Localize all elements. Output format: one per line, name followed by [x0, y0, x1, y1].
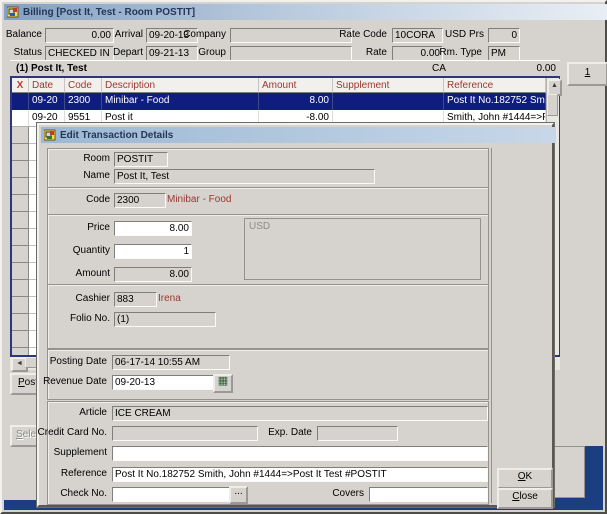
col-header-amount[interactable]: Amount [259, 78, 333, 93]
currency-box: USD [244, 218, 481, 280]
check-no-label: Check No. [37, 487, 107, 500]
cell-code[interactable]: 2300 [65, 93, 102, 110]
screenshot-root: Billing [Post It, Test - Room POSTIT] Ba… [0, 0, 607, 514]
payment-method: CA [432, 63, 446, 74]
cell-x[interactable] [12, 93, 29, 110]
col-header-date[interactable]: Date [29, 78, 65, 93]
name-label: Name [43, 169, 110, 182]
cell-reference[interactable]: Post It No.182752 Smith, J [444, 93, 546, 110]
cell-amount[interactable]: 8.00 [259, 93, 333, 110]
status-field: CHECKED IN [45, 46, 114, 61]
article-field: ICE CREAM [112, 406, 488, 421]
rm-type-field: PM [488, 46, 520, 61]
vscroll-thumb[interactable] [547, 94, 558, 116]
covers-field[interactable] [369, 487, 488, 502]
rate-code-field: 10CORA [392, 28, 443, 43]
tab-balance: 0.00 [537, 63, 556, 74]
revenue-date-field[interactable]: 09-20-13 [112, 375, 216, 390]
check-browse-button[interactable]: ... [229, 486, 248, 504]
close-button[interactable]: Close [497, 488, 553, 509]
table-row[interactable]: 09-20 2300 Minibar - Food 8.00 Post It N… [12, 93, 546, 110]
ok-button[interactable]: OK [497, 468, 553, 489]
cashier-name: Irena [158, 292, 238, 305]
price-field[interactable]: 8.00 [114, 221, 192, 236]
folio-window-1-button[interactable]: 1 [567, 62, 607, 86]
code-description: Minibar - Food [167, 193, 287, 206]
grid-x-column [12, 127, 29, 355]
window-title: Billing [Post It, Test - Room POSTIT] [23, 7, 195, 18]
company-field [230, 28, 352, 43]
backdrop-gray-notch-right [552, 446, 585, 498]
balance-field: 0.00 [45, 28, 114, 43]
status-label: Status [4, 46, 42, 59]
col-header-reference[interactable]: Reference [444, 78, 546, 93]
arrival-label: Arrival [110, 28, 143, 41]
check-no-field[interactable] [112, 487, 232, 502]
grid-tabstrip: (1) Post It, Test CA 0.00 [10, 60, 560, 77]
name-field: Post It, Test [114, 169, 375, 184]
prs-label: Prs [464, 28, 484, 41]
col-header-code[interactable]: Code [65, 78, 102, 93]
credit-card-label: Credit Card No. [29, 426, 107, 439]
cashier-label: Cashier [43, 292, 110, 305]
group-label: Group [180, 46, 226, 59]
col-header-description[interactable]: Description [102, 78, 259, 93]
col-header-x[interactable]: X [12, 78, 29, 93]
code-field[interactable]: 2300 [114, 193, 166, 208]
rate-code-label: Rate Code [335, 28, 387, 41]
dialog-title: Edit Transaction Details [60, 130, 173, 141]
cell-date[interactable]: 09-20 [29, 93, 65, 110]
quantity-label: Quantity [43, 244, 110, 257]
cashier-field: 883 [114, 292, 157, 307]
col-header-supplement[interactable]: Supplement [333, 78, 444, 93]
credit-card-field [112, 426, 258, 441]
room-label: Room [43, 152, 110, 165]
window-titlebar[interactable]: Billing [Post It, Test - Room POSTIT] [4, 4, 607, 20]
room-field: POSTIT [114, 152, 168, 167]
posting-date-label: Posting Date [37, 355, 107, 368]
revenue-date-label: Revenue Date [37, 375, 107, 388]
exp-date-field [317, 426, 398, 441]
edit-transaction-dialog: Edit Transaction Details Room POSTIT Nam… [37, 123, 554, 507]
cell-description[interactable]: Minibar - Food [102, 93, 259, 110]
calendar-icon[interactable]: ▦ [213, 374, 233, 393]
price-label: Price [43, 221, 110, 234]
covers-label: Covers [294, 487, 364, 500]
right-side-panel [558, 60, 603, 446]
article-label: Article [37, 406, 107, 419]
dialog-right-separator [491, 148, 492, 503]
dialog-icon [44, 129, 56, 141]
amount-label: Amount [43, 267, 110, 280]
reference-field[interactable]: Post It No.182752 Smith, John #1444=>Pos… [112, 467, 488, 482]
rm-type-label: Rm. Type [432, 46, 482, 59]
cell-supplement[interactable] [333, 93, 444, 110]
balance-label: Balance [4, 28, 42, 41]
exp-date-label: Exp. Date [244, 426, 312, 439]
folio-label: Folio No. [43, 312, 110, 325]
company-label: Company [180, 28, 226, 41]
dialog-titlebar[interactable]: Edit Transaction Details [41, 127, 556, 143]
rate-label: Rate [335, 46, 387, 59]
billing-window: Billing [Post It, Test - Room POSTIT] Ba… [0, 0, 607, 514]
cell-x[interactable] [12, 110, 29, 127]
supplement-label: Supplement [37, 446, 107, 459]
guest-tab-title[interactable]: (1) Post It, Test [16, 63, 87, 74]
code-label: Code [43, 193, 110, 206]
depart-label: Depart [110, 46, 143, 59]
prs-field: 0 [488, 28, 520, 43]
app-icon [7, 6, 19, 18]
group-field [230, 46, 352, 61]
posting-date-field: 06-17-14 10:55 AM [112, 355, 230, 370]
reference-label: Reference [37, 467, 107, 480]
quantity-field[interactable]: 1 [114, 244, 192, 259]
supplement-field[interactable] [112, 446, 488, 461]
folio-field: (1) [114, 312, 216, 327]
amount-field: 8.00 [114, 267, 192, 282]
